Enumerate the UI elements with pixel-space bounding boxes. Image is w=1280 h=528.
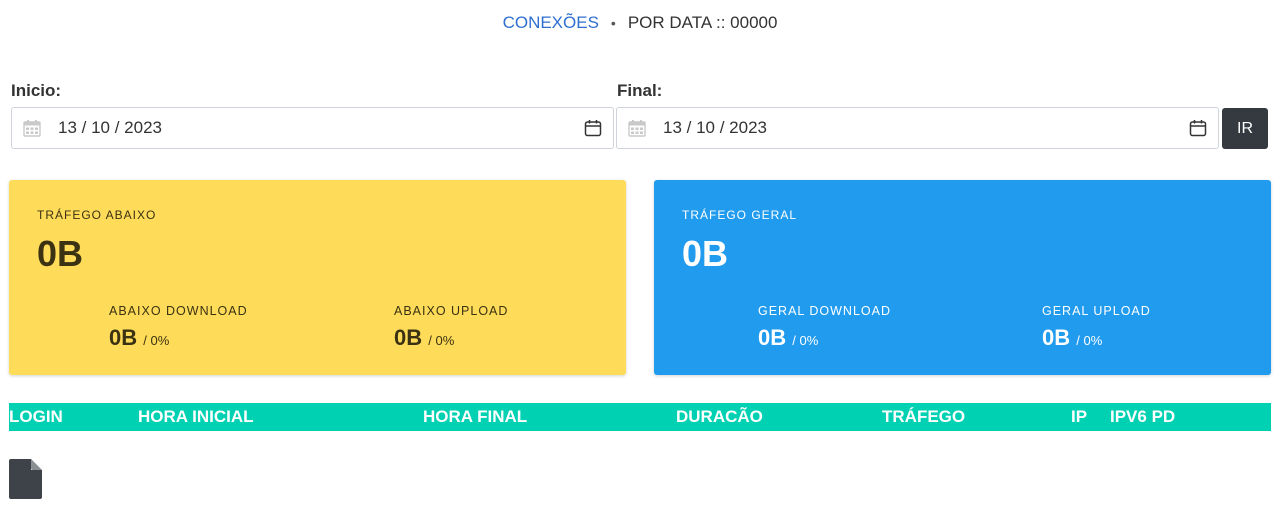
go-button[interactable]: IR bbox=[1222, 108, 1268, 149]
end-date-field[interactable]: 13 / 10 / 2023 bbox=[616, 107, 1219, 149]
download-percent: / 0% bbox=[143, 333, 170, 348]
card-title: TRÁFEGO ABAIXO bbox=[37, 208, 157, 222]
upload-label: GERAL UPLOAD bbox=[1042, 304, 1151, 318]
breadcrumb-link-conexoes[interactable]: CONEXÕES bbox=[503, 13, 599, 32]
upload-stat: 0B / 0% bbox=[1042, 325, 1102, 351]
column-trafego[interactable]: TRÁFEGO bbox=[882, 407, 965, 427]
column-hora-inicial[interactable]: HORA INICIAL bbox=[138, 407, 254, 427]
upload-stat: 0B / 0% bbox=[394, 325, 454, 351]
calendar-icon[interactable] bbox=[1178, 119, 1218, 137]
upload-percent: / 0% bbox=[1076, 333, 1103, 348]
file-icon[interactable] bbox=[9, 459, 43, 504]
end-date-value[interactable]: 13 / 10 / 2023 bbox=[657, 118, 1178, 138]
traffic-total-card: TRÁFEGO GERAL 0B GERAL DOWNLOAD 0B / 0% … bbox=[654, 180, 1271, 375]
column-hora-final[interactable]: HORA FINAL bbox=[423, 407, 527, 427]
breadcrumb-current: POR DATA :: 00000 bbox=[627, 13, 778, 32]
start-date-value[interactable]: 13 / 10 / 2023 bbox=[52, 118, 573, 138]
column-duracao[interactable]: DURACÃO bbox=[676, 407, 763, 427]
download-value: 0B bbox=[109, 325, 138, 350]
card-title: TRÁFEGO GERAL bbox=[682, 208, 798, 222]
download-stat: 0B / 0% bbox=[109, 325, 169, 351]
download-label: ABAIXO DOWNLOAD bbox=[109, 304, 248, 318]
calendar-icon[interactable] bbox=[573, 119, 613, 137]
table-header: LOGIN HORA INICIAL HORA FINAL DURACÃO TR… bbox=[9, 403, 1271, 431]
calendar-grid-icon bbox=[12, 108, 52, 148]
upload-value: 0B bbox=[394, 325, 423, 350]
upload-value: 0B bbox=[1042, 325, 1071, 350]
download-percent: / 0% bbox=[792, 333, 819, 348]
traffic-down-card: TRÁFEGO ABAIXO 0B ABAIXO DOWNLOAD 0B / 0… bbox=[9, 180, 626, 375]
column-login[interactable]: LOGIN bbox=[9, 407, 63, 427]
breadcrumb: CONEXÕES • POR DATA :: 00000 bbox=[0, 12, 1280, 34]
download-value: 0B bbox=[758, 325, 787, 350]
calendar-grid-icon bbox=[617, 108, 657, 148]
start-date-field[interactable]: 13 / 10 / 2023 bbox=[11, 107, 614, 149]
breadcrumb-separator: • bbox=[610, 15, 616, 31]
column-ipv6-pd[interactable]: IPV6 PD bbox=[1110, 407, 1175, 427]
column-ip[interactable]: IP bbox=[1071, 407, 1087, 427]
card-value: 0B bbox=[682, 233, 729, 274]
card-value: 0B bbox=[37, 233, 84, 274]
start-date-label: Inicio: bbox=[11, 81, 62, 100]
upload-percent: / 0% bbox=[428, 333, 455, 348]
end-date-label: Final: bbox=[617, 81, 663, 100]
download-stat: 0B / 0% bbox=[758, 325, 818, 351]
download-label: GERAL DOWNLOAD bbox=[758, 304, 892, 318]
upload-label: ABAIXO UPLOAD bbox=[394, 304, 509, 318]
